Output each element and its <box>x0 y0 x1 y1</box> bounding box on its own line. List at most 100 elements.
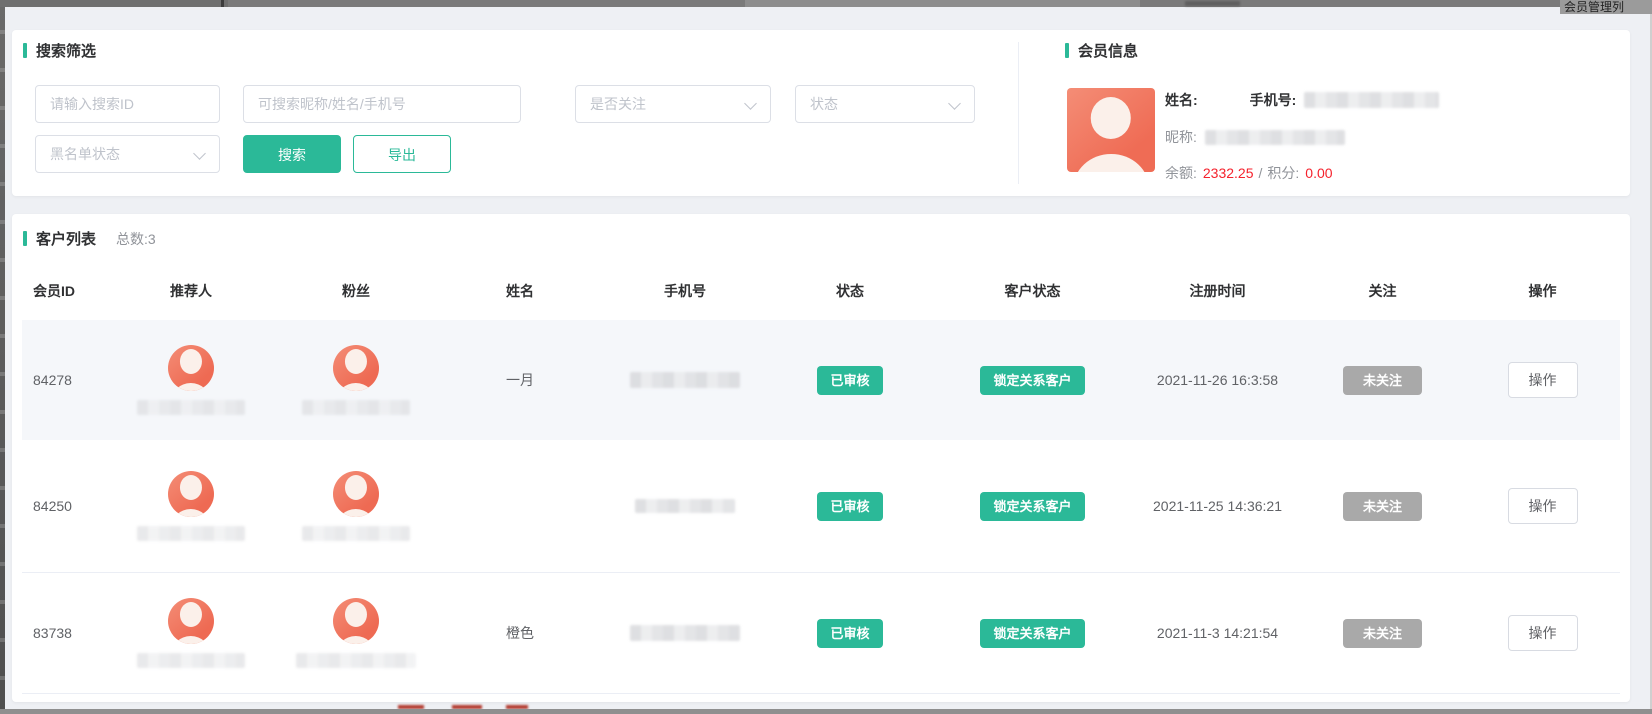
cell-name: 一月 <box>440 370 600 390</box>
cell-name: 橙色 <box>440 623 600 643</box>
name-label: 姓名: <box>1165 90 1198 110</box>
customer-table: 会员ID 推荐人 粉丝 姓名 手机号 状态 客户状态 注册时间 关注 操作 84… <box>22 262 1620 694</box>
section-marker <box>23 231 27 246</box>
member-avatar <box>1067 88 1155 172</box>
blacklist-select[interactable]: 黑名单状态 <box>35 135 220 173</box>
keyword-search-input[interactable] <box>243 85 521 123</box>
row-action-button[interactable]: 操作 <box>1508 362 1578 398</box>
chevron-down-icon <box>744 97 757 110</box>
status-badge: 已审核 <box>817 366 882 395</box>
section-marker <box>1065 43 1069 58</box>
customer-status-badge: 锁定关系客户 <box>980 619 1084 648</box>
cell-status: 已审核 <box>770 366 930 395</box>
points-label: 积分: <box>1267 163 1299 183</box>
referrer-avatar <box>168 598 214 644</box>
status-badge: 已审核 <box>817 619 882 648</box>
chevron-down-icon <box>948 97 961 110</box>
cell-action: 操作 <box>1465 362 1620 398</box>
col-header-registered: 注册时间 <box>1135 262 1300 320</box>
member-title-text: 会员信息 <box>1078 40 1138 61</box>
balance-value: 2332.25 <box>1203 165 1254 181</box>
cell-registered-time: 2021-11-25 14:36:21 <box>1135 498 1300 514</box>
col-header-fans: 粉丝 <box>272 262 440 320</box>
customer-list-card: 客户列表 总数:3 会员ID 推荐人 粉丝 姓名 手机号 状态 客户状态 注册时… <box>12 214 1630 702</box>
section-divider <box>1018 42 1019 184</box>
points-value: 0.00 <box>1305 165 1332 181</box>
censored-fan-name <box>296 653 416 668</box>
member-section-title: 会员信息 <box>1065 40 1138 61</box>
chrome-tick <box>221 0 224 7</box>
cell-follow: 未关注 <box>1300 492 1465 521</box>
censored-phone <box>630 372 740 388</box>
col-header-name: 姓名 <box>440 262 600 320</box>
cell-status: 已审核 <box>770 619 930 648</box>
export-button[interactable]: 导出 <box>353 135 451 173</box>
filter-title-text: 搜索筛选 <box>36 40 96 61</box>
cell-customer-status: 锁定关系客户 <box>930 619 1135 648</box>
cell-member-id: 83738 <box>22 625 110 641</box>
window-chrome-left <box>0 0 5 714</box>
total-count: 总数:3 <box>116 229 156 249</box>
customer-list-title-text: 客户列表 <box>36 228 96 249</box>
status-select[interactable]: 状态 <box>795 85 975 123</box>
chrome-smudge <box>1185 1 1240 6</box>
censored-referrer-name <box>137 526 245 541</box>
table-header-row: 会员ID 推荐人 粉丝 姓名 手机号 状态 客户状态 注册时间 关注 操作 <box>22 262 1620 320</box>
cell-action: 操作 <box>1465 488 1620 524</box>
cell-customer-status: 锁定关系客户 <box>930 492 1135 521</box>
phone-label: 手机号: <box>1250 90 1297 110</box>
cell-member-id: 84278 <box>22 372 110 388</box>
member-nickname-line: 昵称: <box>1165 127 1345 147</box>
col-header-status: 状态 <box>770 262 930 320</box>
col-header-referrer: 推荐人 <box>110 262 272 320</box>
cell-phone <box>600 372 770 388</box>
cell-fans <box>272 598 440 668</box>
window-chrome-top: 会员管理列 <box>0 0 1652 7</box>
window-chrome-bottom <box>0 709 1652 714</box>
censored-member-phone <box>1304 92 1439 108</box>
cell-registered-time: 2021-11-26 16:3:58 <box>1135 372 1300 388</box>
customer-status-badge: 锁定关系客户 <box>980 366 1084 395</box>
follow-select[interactable]: 是否关注 <box>575 85 771 123</box>
follow-badge: 未关注 <box>1343 619 1422 648</box>
search-id-input[interactable] <box>35 85 220 123</box>
row-action-button[interactable]: 操作 <box>1508 488 1578 524</box>
follow-badge: 未关注 <box>1343 492 1422 521</box>
censored-phone <box>630 625 740 641</box>
member-balance-line: 余额: 2332.25 / 积分: 0.00 <box>1165 163 1333 183</box>
censored-fan-name <box>302 400 410 415</box>
col-header-phone: 手机号 <box>600 262 770 320</box>
chrome-segment <box>745 0 1140 7</box>
follow-badge: 未关注 <box>1343 366 1422 395</box>
status-select-placeholder: 状态 <box>810 96 838 112</box>
filter-section-title: 搜索筛选 <box>23 40 96 61</box>
separator: / <box>1259 165 1263 181</box>
cell-referrer <box>110 598 272 668</box>
censored-referrer-name <box>137 400 245 415</box>
cell-follow: 未关注 <box>1300 366 1465 395</box>
chevron-down-icon <box>193 147 206 160</box>
window-title-fragment: 会员管理列 <box>1560 0 1652 14</box>
cell-follow: 未关注 <box>1300 619 1465 648</box>
filter-and-member-card: 搜索筛选 是否关注 状态 黑名单状态 搜索 导出 会员信息 姓名: 手机号: <box>12 30 1630 196</box>
chrome-segment <box>0 0 228 7</box>
table-row: 83738 橙色 已审核 <box>22 573 1620 694</box>
table-row: 84250 已审核 <box>22 440 1620 573</box>
app-screen: 会员管理列 搜索筛选 是否关注 状态 黑名单状态 搜索 导出 <box>0 0 1652 714</box>
cell-phone <box>600 499 770 513</box>
cell-fans <box>272 471 440 541</box>
cell-customer-status: 锁定关系客户 <box>930 366 1135 395</box>
follow-select-placeholder: 是否关注 <box>590 96 646 112</box>
cell-phone <box>600 625 770 641</box>
col-header-customer-status: 客户状态 <box>930 262 1135 320</box>
customer-status-badge: 锁定关系客户 <box>980 492 1084 521</box>
member-name-phone-line: 姓名: 手机号: <box>1165 90 1439 110</box>
search-button[interactable]: 搜索 <box>243 135 341 173</box>
censored-member-nickname <box>1205 130 1345 145</box>
col-header-follow: 关注 <box>1300 262 1465 320</box>
row-action-button[interactable]: 操作 <box>1508 615 1578 651</box>
referrer-avatar <box>168 471 214 517</box>
cell-fans <box>272 345 440 415</box>
status-badge: 已审核 <box>817 492 882 521</box>
nickname-label: 昵称: <box>1165 127 1197 147</box>
